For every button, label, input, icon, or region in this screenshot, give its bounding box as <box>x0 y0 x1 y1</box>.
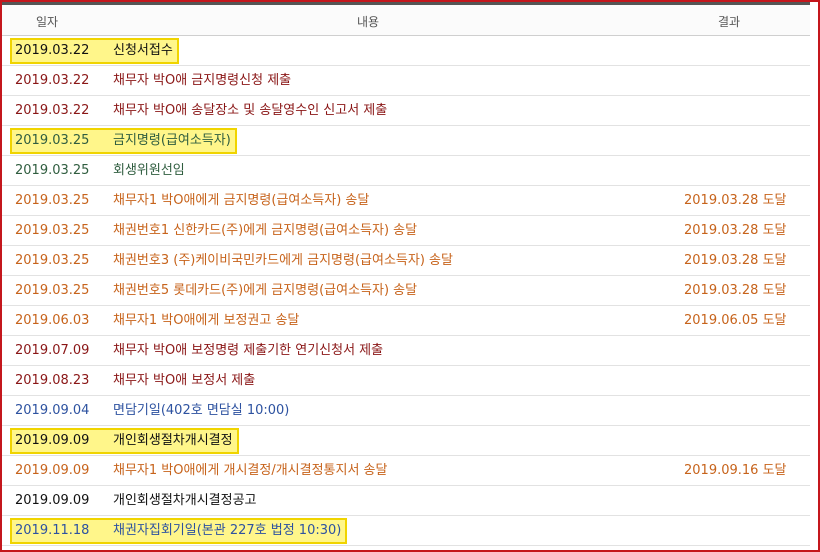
row-content: 개인회생절차개시결정공고 <box>113 493 257 508</box>
header-content: 내용 <box>357 15 380 29</box>
row-content: 회생위원선임 <box>113 163 185 178</box>
table-row: 2019.08.23 채무자 박O애 보정서 제출 <box>2 366 810 396</box>
row-result: 2019.09.16 도달 <box>684 463 787 478</box>
row-content: 채무자 박O애 보정명령 제출기한 연기신청서 제출 <box>113 343 384 358</box>
header-result: 결과 <box>718 15 741 29</box>
row-date: 2019.03.22 <box>15 103 90 118</box>
row-content: 채권자집회기일(본관 227호 법정 10:30) <box>113 523 342 538</box>
row-date: 2019.09.09 <box>15 433 90 448</box>
row-date: 2019.09.09 <box>15 463 90 478</box>
row-content: 채권번호3 (주)케이비국민카드에게 금지명령(급여소득자) 송달 <box>113 253 453 268</box>
row-content: 면담기일(402호 면담실 10:00) <box>113 403 290 418</box>
header-date: 일자 <box>36 15 59 29</box>
table-row: 2019.06.03 채무자1 박O애에게 보정권고 송달 2019.06.05 도… <box>2 306 810 336</box>
row-date: 2019.03.25 <box>15 283 90 298</box>
row-content: 채무자 박O애 금지명령신청 제출 <box>113 73 292 88</box>
table-row: 2019.03.25 회생위원선임 <box>2 156 810 186</box>
case-history-table: 일자 내용 결과 2019.03.22 신청서접수 2019.03.22 채무자 박O… <box>2 2 810 548</box>
row-date: 2019.03.25 <box>15 193 90 208</box>
row-result: 2019.03.28 도달 <box>684 223 787 238</box>
table-row: 2019.03.22 채무자 박O애 금지명령신청 제출 <box>2 66 810 96</box>
row-content: 채무자 박O애 보정서 제출 <box>113 373 256 388</box>
row-date: 2019.08.23 <box>15 373 90 388</box>
row-result: 2019.06.05 도달 <box>684 313 787 328</box>
row-result: 2019.03.28 도달 <box>684 193 787 208</box>
table-row: 2019.03.22 신청서접수 <box>2 36 810 66</box>
row-content: 신청서접수 <box>113 43 173 58</box>
row-result: 2019.03.28 도달 <box>684 253 787 268</box>
table-row: 2019.09.09 채무자1 박O애에게 개시결정/개시결정통지서 송달 2019… <box>2 456 810 486</box>
row-result: 2019.03.28 도달 <box>684 283 787 298</box>
row-date: 2019.03.25 <box>15 163 90 178</box>
table-row: 2019.03.22 채무자 박O애 송달장소 및 송달영수인 신고서 제출 <box>2 96 810 126</box>
row-content: 채무자 박O애 송달장소 및 송달영수인 신고서 제출 <box>113 103 388 118</box>
row-content: 채권번호5 롯데카드(주)에게 금지명령(급여소득자) 송달 <box>113 283 418 298</box>
table-row: 2019.09.04 면담기일(402호 면담실 10:00) <box>2 396 810 426</box>
table-row: 2019.03.25 채권번호3 (주)케이비국민카드에게 금지명령(급여소득자)… <box>2 246 810 276</box>
table-row: 2019.09.09 개인회생절차개시결정 <box>2 426 810 456</box>
row-date: 2019.11.18 <box>15 523 90 538</box>
table-row: 2019.03.25 채권번호5 롯데카드(주)에게 금지명령(급여소득자) 송달… <box>2 276 810 306</box>
row-date: 2019.03.25 <box>15 223 90 238</box>
row-content: 채무자1 박O애에게 보정권고 송달 <box>113 313 300 328</box>
row-date: 2019.03.25 <box>15 253 90 268</box>
row-date: 2019.09.09 <box>15 493 90 508</box>
row-date: 2019.09.04 <box>15 403 90 418</box>
row-date: 2019.03.22 <box>15 43 90 58</box>
table-row: 2019.09.09 개인회생절차개시결정공고 <box>2 486 810 516</box>
table-row: 2019.11.18 채권자집회기일(본관 227호 법정 10:30) <box>2 516 810 546</box>
table-row: 2019.03.25 금지명령(급여소득자) <box>2 126 810 156</box>
table-header: 일자 내용 결과 <box>2 2 810 36</box>
row-date: 2019.03.25 <box>15 133 90 148</box>
table-row: 2019.03.25 채권번호1 신한카드(주)에게 금지명령(급여소득자) 송달… <box>2 216 810 246</box>
row-content: 금지명령(급여소득자) <box>113 133 231 148</box>
row-content: 채무자1 박O애에게 개시결정/개시결정통지서 송달 <box>113 463 388 478</box>
row-date: 2019.03.22 <box>15 73 90 88</box>
row-content: 채무자1 박O애에게 금지명령(급여소득자) 송달 <box>113 193 370 208</box>
scrollbar[interactable] <box>810 2 818 548</box>
row-content: 채권번호1 신한카드(주)에게 금지명령(급여소득자) 송달 <box>113 223 418 238</box>
table-row: 2019.03.25 채무자1 박O애에게 금지명령(급여소득자) 송달 2019.… <box>2 186 810 216</box>
table-row: 2019.07.09 채무자 박O애 보정명령 제출기한 연기신청서 제출 <box>2 336 810 366</box>
row-content: 개인회생절차개시결정 <box>113 433 233 448</box>
row-date: 2019.07.09 <box>15 343 90 358</box>
row-date: 2019.06.03 <box>15 313 90 328</box>
